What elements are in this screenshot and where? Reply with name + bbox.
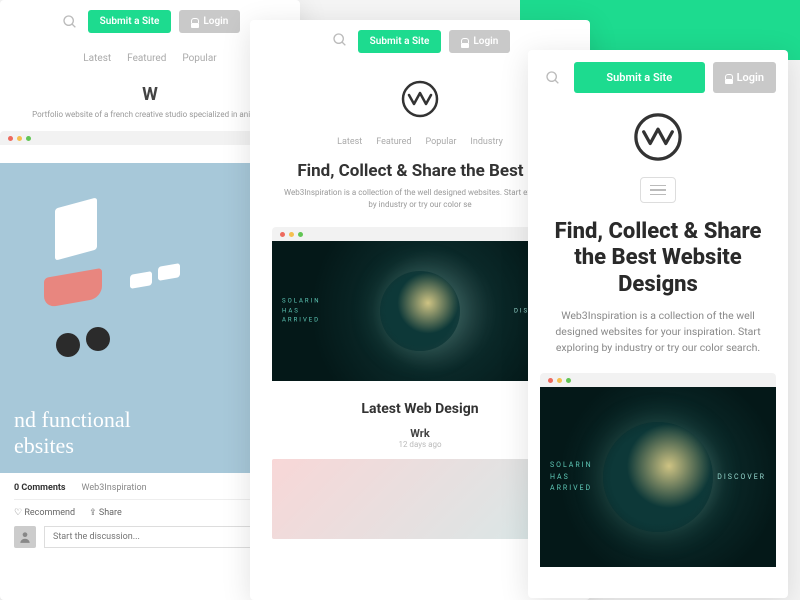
login-label: Login [737,71,764,84]
nav-latest[interactable]: Latest [83,53,111,64]
nav-industry[interactable]: Industry [470,137,502,147]
search-icon[interactable] [540,65,566,91]
recommend-label: Recommend [24,508,75,518]
lock-icon [191,18,199,26]
featured-showcase[interactable]: SOLARIN HAS ARRIVED DISCOVER [272,227,568,381]
nav-featured[interactable]: Featured [376,137,411,147]
topbar: Submit a Site Login [528,50,788,105]
nav-popular[interactable]: Popular [426,137,457,147]
recommend-button[interactable]: ♡ Recommend [14,508,75,518]
submit-site-button[interactable]: Submit a Site [574,62,705,93]
comments-count[interactable]: 0 Comments [14,483,66,493]
item-thumbnail[interactable] [272,459,568,539]
screenshot-solarin: SOLARIN HAS ARRIVED DISCOVER [540,387,776,567]
avatar [14,526,36,548]
viewport-mobile: Submit a Site Login Find, Collect & Shar… [528,50,788,598]
menu-button[interactable] [640,177,676,203]
search-icon[interactable] [330,30,350,50]
nav-popular[interactable]: Popular [182,53,216,64]
hero: Find, Collect & Share the Best Website D… [528,219,788,369]
nav-latest[interactable]: Latest [337,137,362,147]
shot-text-left: SOLARIN HAS ARRIVED [550,461,593,495]
screenshot-caption: nd functional ebsites [14,407,131,459]
shot-text-right: DISCOVER [717,473,766,481]
login-label: Login [203,16,228,27]
comments-site-tab[interactable]: Web3Inspiration [82,483,147,493]
share-button[interactable]: ⇪ Share [89,508,122,518]
login-button[interactable]: Login [179,10,240,33]
nav-featured[interactable]: Featured [127,53,166,64]
logo[interactable] [528,111,788,167]
browser-chrome [540,373,776,387]
submit-site-button[interactable]: Submit a Site [88,10,172,33]
featured-showcase[interactable]: SOLARIN HAS ARRIVED DISCOVER [540,373,776,567]
subhead: Web3Inspiration is a collection of the w… [546,308,770,355]
page-title: W [20,84,280,105]
login-label: Login [473,36,498,47]
subhead: Web3Inspiration is a collection of the w… [280,187,560,211]
page-desc: Portfolio website of a french creative s… [20,109,280,121]
search-icon[interactable] [60,12,80,32]
login-button[interactable]: Login [713,62,776,93]
browser-chrome [272,227,568,241]
headline: Find, Collect & Share the Best Website D… [546,219,770,298]
submit-site-button[interactable]: Submit a Site [358,30,442,53]
shot-text-left: SOLARIN HAS ARRIVED [282,297,321,326]
login-button[interactable]: Login [449,30,510,53]
headline: Find, Collect & Share the Best W [280,161,560,181]
share-label: Share [99,508,122,518]
screenshot-solarin: SOLARIN HAS ARRIVED DISCOVER [272,241,568,381]
lock-icon [461,38,469,46]
lock-icon [725,74,733,82]
